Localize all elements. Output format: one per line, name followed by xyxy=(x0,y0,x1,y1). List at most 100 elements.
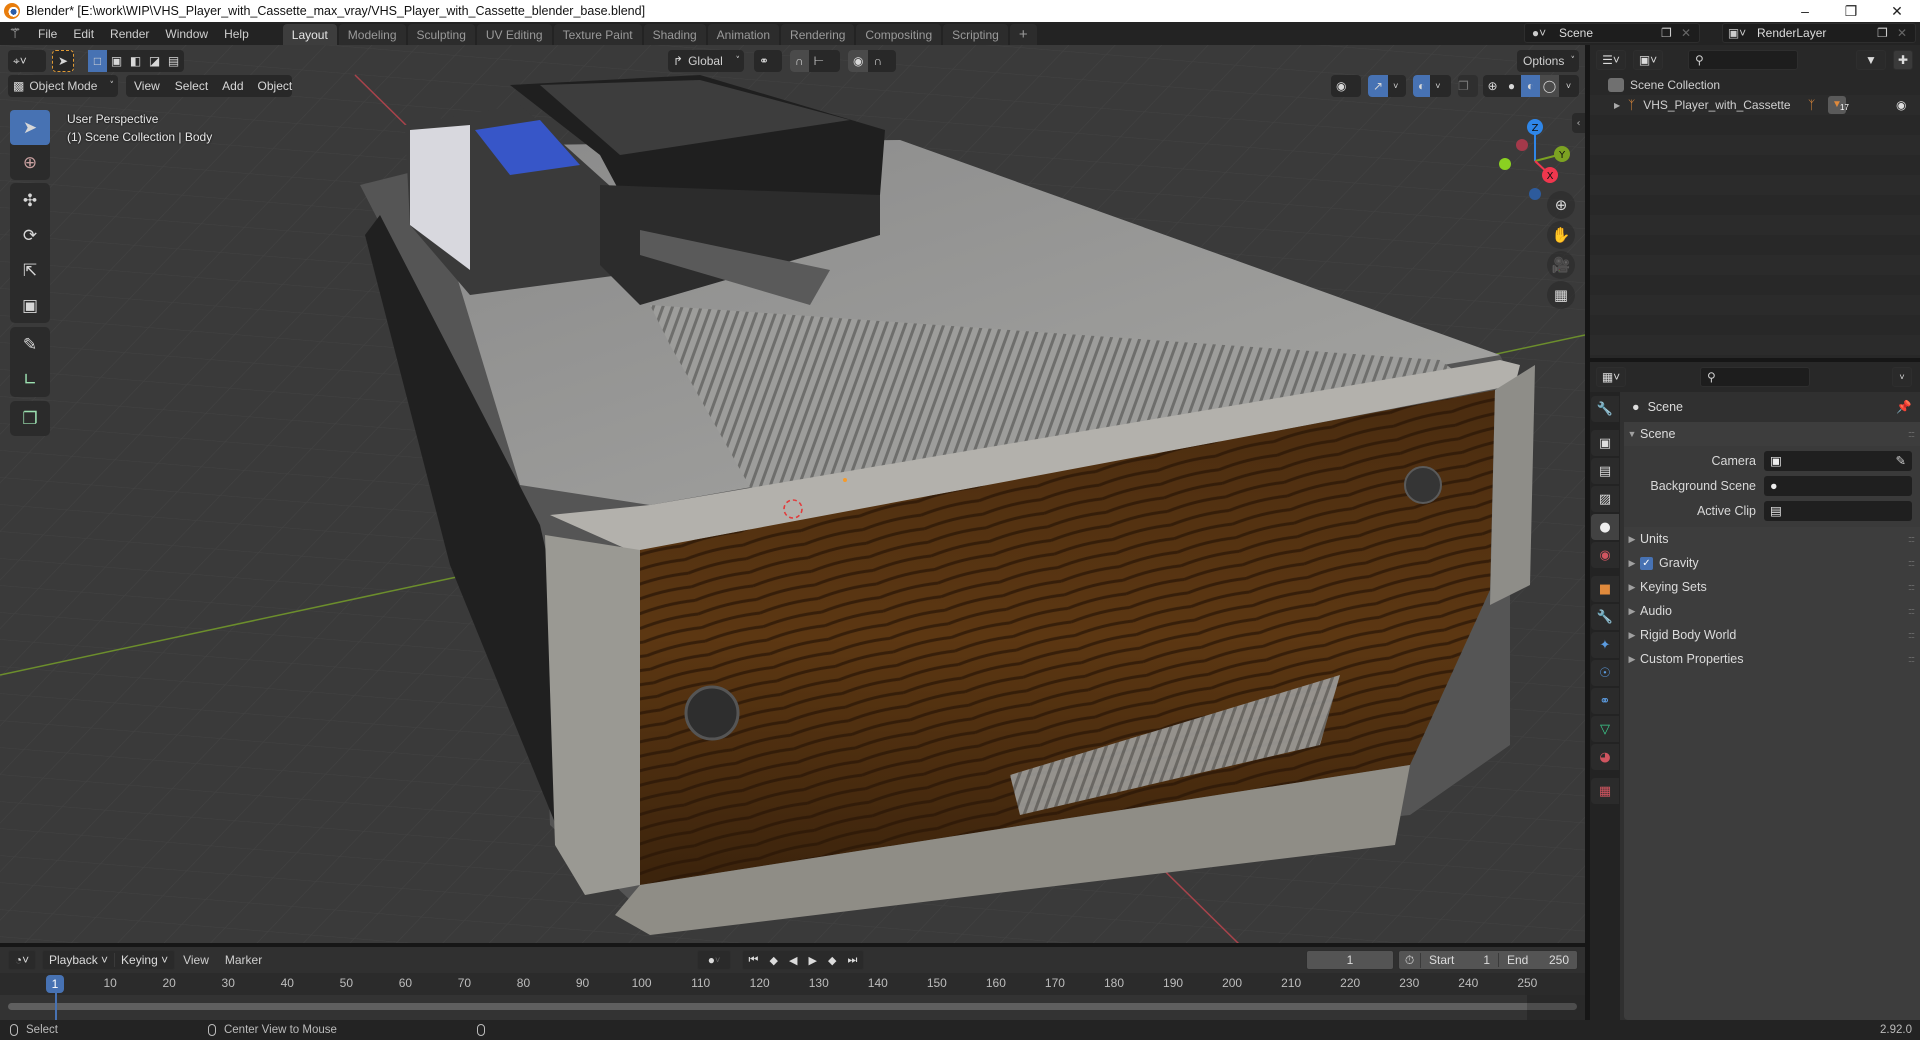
menu-object[interactable]: Object xyxy=(251,75,300,97)
menu-help[interactable]: Help xyxy=(216,27,257,41)
scene-selector[interactable]: ●˅ Scene ❐ ✕ xyxy=(1524,23,1700,43)
view-layer-selector[interactable]: ▣˅ RenderLayer ❐ ✕ xyxy=(1722,23,1916,43)
tab-texture[interactable]: ▦ xyxy=(1591,778,1619,804)
select-invert-icon[interactable]: ◪ xyxy=(145,50,164,72)
jump-end-icon[interactable]: ⏭ xyxy=(848,954,858,967)
properties-options-dropdown[interactable]: ˅ xyxy=(1892,367,1912,387)
menu-window[interactable]: Window xyxy=(157,27,216,41)
properties-search[interactable]: ⚲ xyxy=(1700,367,1810,387)
restore-button[interactable]: ❐ xyxy=(1828,0,1874,22)
timeline-ruler[interactable]: 10 20 30 40 50 60 70 80 90 100 110 120 130 140 150 160 1… xyxy=(0,973,1585,995)
outliner-row-object[interactable]: ▶ ᛉ VHS_Player_with_Cassette ᛉ ▼ 17 ◉ xyxy=(1590,95,1920,115)
playhead-marker[interactable]: 1 xyxy=(46,975,64,993)
menu-view[interactable]: View xyxy=(175,953,217,967)
falloff-icon[interactable]: ∩ xyxy=(868,50,887,72)
scene-panel-header[interactable]: ▼ Scene :::: xyxy=(1624,422,1920,446)
object-name[interactable]: VHS_Player_with_Cassette xyxy=(1643,98,1790,112)
current-frame-field[interactable]: 1 xyxy=(1306,950,1394,970)
xray-toggle[interactable]: ❐ xyxy=(1458,75,1478,97)
menu-playback[interactable]: Playback ˅ xyxy=(43,953,114,967)
view-layer-name[interactable]: RenderLayer xyxy=(1751,26,1877,40)
close-button[interactable]: ✕ xyxy=(1874,0,1920,22)
gizmo-icon[interactable]: ↗ xyxy=(1368,75,1389,97)
prev-keyframe-icon[interactable]: ◆ xyxy=(769,954,777,967)
tool-select-mode-button[interactable]: ➤ xyxy=(52,50,74,72)
drag-handle-icon[interactable]: :::: xyxy=(1908,606,1915,616)
move-tool[interactable]: ✣ xyxy=(10,183,50,218)
select-subtract-icon[interactable]: ◧ xyxy=(126,50,145,72)
object-mode-dropdown[interactable]: ▩ Object Mode ˅ xyxy=(8,75,118,97)
delete-view-layer-icon[interactable]: ✕ xyxy=(1897,26,1915,40)
add-workspace-button[interactable]: + xyxy=(1009,24,1037,45)
expand-arrow-icon[interactable]: ▶ xyxy=(1614,101,1628,110)
transform-tool[interactable]: ▣ xyxy=(10,288,50,323)
jump-start-icon[interactable]: ⏮ xyxy=(749,954,759,967)
drag-handle-icon[interactable]: :::: xyxy=(1908,630,1915,640)
camera-field[interactable]: ▣ ✎ xyxy=(1764,450,1912,471)
new-view-layer-icon[interactable]: ❐ xyxy=(1877,26,1897,40)
drag-handle-icon[interactable]: :::: xyxy=(1908,654,1915,664)
tab-scene[interactable]: ● xyxy=(1591,514,1619,540)
filter-dropdown[interactable]: ▼ xyxy=(1856,50,1886,70)
drag-handle-icon[interactable]: :::: xyxy=(1908,558,1915,568)
workspace-tab-texture-paint[interactable]: Texture Paint xyxy=(553,24,642,45)
tab-tool[interactable]: 🔧 xyxy=(1591,396,1619,422)
tab-render[interactable]: ▣ xyxy=(1591,430,1619,456)
blender-menu-icon[interactable]: ⚚ xyxy=(0,26,30,42)
timeline-scrollbar[interactable] xyxy=(8,1003,1577,1010)
drag-handle-icon[interactable]: :::: xyxy=(1908,582,1915,592)
snap-increment-icon[interactable]: ⊢ xyxy=(809,50,829,72)
end-frame-field[interactable]: End 250 xyxy=(1499,953,1577,967)
zoom-button[interactable]: ⊕ xyxy=(1547,191,1575,219)
audio-panel[interactable]: ▶ Audio :::: xyxy=(1624,599,1920,623)
properties-editor-type[interactable]: ▦˅ xyxy=(1596,367,1626,387)
play-reverse-icon[interactable]: ◀ xyxy=(789,954,797,967)
next-keyframe-icon[interactable]: ◆ xyxy=(828,954,836,967)
outliner-search-input[interactable] xyxy=(1703,52,1784,68)
pan-button[interactable]: ✋ xyxy=(1547,221,1575,249)
3d-viewport[interactable]: ⌖˅ ➤ □ ▣ ◧ ◪ ▤ ↱ Global ˅ ⚭ ∩ ⊢ ◉ ∩ Opti… xyxy=(0,45,1585,943)
tab-object[interactable]: ■ xyxy=(1591,576,1619,602)
workspace-tab-animation[interactable]: Animation xyxy=(707,24,780,45)
outliner-editor-type[interactable]: ☰˅ xyxy=(1596,50,1626,70)
minimize-button[interactable]: – xyxy=(1782,0,1828,22)
gizmo-neg-y[interactable] xyxy=(1499,158,1511,170)
annotate-tool[interactable]: ✎ xyxy=(10,327,50,362)
menu-marker[interactable]: Marker xyxy=(217,953,270,967)
tab-physics[interactable]: ☉ xyxy=(1591,660,1619,686)
start-frame-field[interactable]: Start 1 xyxy=(1421,953,1499,967)
camera-view-button[interactable]: 🎥 xyxy=(1547,251,1575,279)
workspace-tab-modeling[interactable]: Modeling xyxy=(338,24,406,45)
cursor-tool[interactable]: ⊕ xyxy=(10,145,50,180)
rotate-tool[interactable]: ⟳ xyxy=(10,218,50,253)
tab-particles[interactable]: ✦ xyxy=(1591,632,1619,658)
visibility-eye-icon[interactable]: ◉ xyxy=(1896,98,1906,112)
rigid-body-world-panel[interactable]: ▶ Rigid Body World :::: xyxy=(1624,623,1920,647)
overlays-icon[interactable]: ◐ xyxy=(1413,75,1431,97)
navigation-gizmo[interactable]: Z Y X xyxy=(1490,113,1580,203)
sidebar-toggle[interactable]: ‹ xyxy=(1572,113,1585,133)
background-scene-field[interactable]: ● xyxy=(1764,475,1912,496)
new-collection-button[interactable]: ✚ xyxy=(1893,50,1913,70)
menu-view[interactable]: View xyxy=(126,75,168,97)
timeline-tracks[interactable] xyxy=(0,995,1585,1020)
menu-edit[interactable]: Edit xyxy=(65,27,102,41)
menu-file[interactable]: File xyxy=(30,27,65,41)
tab-material[interactable]: ◕ xyxy=(1591,744,1619,770)
tab-data[interactable]: ▽ xyxy=(1591,716,1619,742)
drag-handle-icon[interactable]: :::: xyxy=(1908,429,1915,439)
workspace-tab-shading[interactable]: Shading xyxy=(643,24,706,45)
chevron-down-icon[interactable]: ˅ xyxy=(1559,75,1578,97)
units-panel[interactable]: ▶ Units :::: xyxy=(1624,527,1920,551)
menu-add[interactable]: Add xyxy=(215,75,250,97)
select-intersect-icon[interactable]: ▤ xyxy=(164,50,183,72)
gravity-checkbox[interactable]: ✓ xyxy=(1640,556,1653,570)
select-new-icon[interactable]: □ xyxy=(88,50,107,72)
options-dropdown[interactable]: Options ˅ xyxy=(1517,50,1579,72)
tab-modifiers[interactable]: 🔧 xyxy=(1591,604,1619,630)
stopwatch-icon[interactable]: ⏱ xyxy=(1399,952,1421,968)
custom-properties-panel[interactable]: ▶ Custom Properties :::: xyxy=(1624,647,1920,671)
display-mode-dropdown[interactable]: ▣˅ xyxy=(1633,50,1663,70)
gizmo-neg-z[interactable] xyxy=(1529,188,1541,200)
rendered-shading-icon[interactable]: ◯ xyxy=(1540,75,1559,97)
